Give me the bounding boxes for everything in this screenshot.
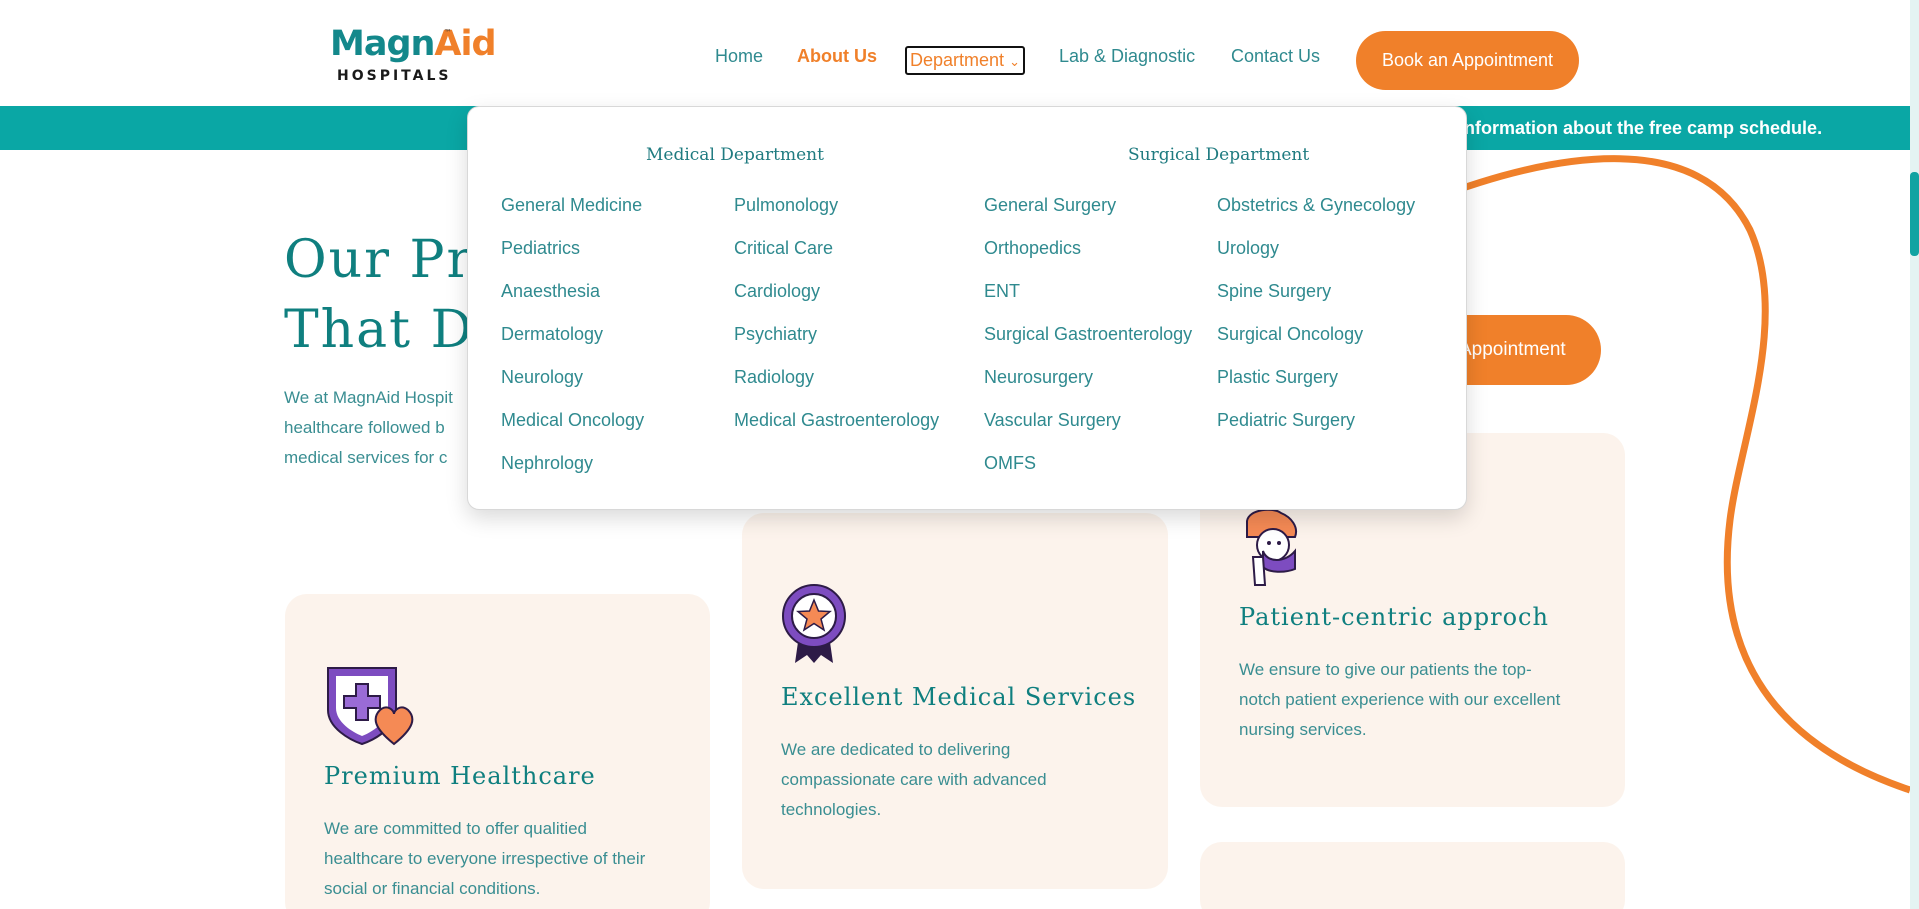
medical-department-heading: Medical Department bbox=[646, 145, 824, 165]
dropdown-item[interactable]: Pulmonology bbox=[734, 195, 838, 216]
dropdown-item[interactable]: Surgical Oncology bbox=[1217, 324, 1363, 345]
dropdown-item[interactable]: Orthopedics bbox=[984, 238, 1081, 259]
dropdown-item[interactable]: ENT bbox=[984, 281, 1020, 302]
dropdown-item[interactable]: General Surgery bbox=[984, 195, 1116, 216]
feature-card-partial bbox=[1200, 842, 1625, 909]
dropdown-item[interactable]: Spine Surgery bbox=[1217, 281, 1331, 302]
site-header: MagnAid ™ HOSPITALS Home About Us Depart… bbox=[0, 0, 1919, 106]
award-badge-icon bbox=[782, 584, 846, 663]
dropdown-item[interactable]: OMFS bbox=[984, 453, 1036, 474]
dropdown-item[interactable]: Anaesthesia bbox=[501, 281, 600, 302]
card-title: Patient-centric approch bbox=[1239, 603, 1549, 631]
surgical-department-heading: Surgical Department bbox=[1128, 145, 1310, 165]
card-text: We are committed to offer qualitied heal… bbox=[324, 819, 646, 898]
dropdown-item[interactable]: Medical Gastroenterology bbox=[734, 410, 939, 431]
page-scrollbar[interactable] bbox=[1910, 0, 1919, 909]
feature-card-excellent: Excellent Medical Services We are dedica… bbox=[742, 513, 1168, 889]
hero-paragraph-line1: We at MagnAid Hospit bbox=[284, 388, 453, 407]
brand-logo[interactable]: MagnAid ™ HOSPITALS bbox=[330, 22, 497, 86]
card-text: We are dedicated to delivering compassio… bbox=[781, 740, 1047, 819]
dropdown-item[interactable]: Medical Oncology bbox=[501, 410, 644, 431]
dropdown-item[interactable]: Pediatric Surgery bbox=[1217, 410, 1355, 431]
nav-home[interactable]: Home bbox=[715, 46, 763, 67]
dropdown-item[interactable]: Nephrology bbox=[501, 453, 593, 474]
card-title: Excellent Medical Services bbox=[781, 683, 1137, 711]
hero-paragraph-line3: medical services for c bbox=[284, 448, 448, 467]
department-dropdown-menu: Medical Department Surgical Department G… bbox=[467, 106, 1467, 510]
dropdown-item[interactable]: Surgical Gastroenterology bbox=[984, 324, 1192, 345]
hero-title-line1: Our Pri bbox=[284, 230, 492, 290]
dropdown-item[interactable]: Neurosurgery bbox=[984, 367, 1093, 388]
nav-department-label: Department bbox=[910, 50, 1005, 70]
chevron-down-icon: ⌄ bbox=[1009, 54, 1020, 69]
banner-text: r information about the free camp schedu… bbox=[1447, 118, 1823, 138]
dropdown-item[interactable]: Plastic Surgery bbox=[1217, 367, 1338, 388]
book-appointment-button[interactable]: Book an Appointment bbox=[1356, 31, 1579, 90]
nav-department[interactable]: Department ⌄ bbox=[905, 46, 1025, 75]
dropdown-item[interactable]: General Medicine bbox=[501, 195, 642, 216]
feature-card-premium: Premium Healthcare We are committed to o… bbox=[285, 594, 710, 909]
logo-wordmark: MagnAid bbox=[330, 24, 497, 64]
dropdown-item[interactable]: Radiology bbox=[734, 367, 814, 388]
dropdown-item[interactable]: Pediatrics bbox=[501, 238, 580, 259]
nurse-icon bbox=[1246, 508, 1297, 586]
logo-subtitle: HOSPITALS bbox=[337, 68, 452, 84]
dropdown-item[interactable]: Psychiatry bbox=[734, 324, 817, 345]
dropdown-item[interactable]: Neurology bbox=[501, 367, 583, 388]
logo-trademark: ™ bbox=[444, 28, 452, 37]
card-text: We ensure to give our patients the top-n… bbox=[1239, 660, 1561, 739]
nav-lab-diagnostic[interactable]: Lab & Diagnostic bbox=[1059, 46, 1195, 67]
dropdown-item[interactable]: Dermatology bbox=[501, 324, 603, 345]
dropdown-item[interactable]: Obstetrics & Gynecology bbox=[1217, 195, 1415, 216]
scrollbar-thumb[interactable] bbox=[1910, 172, 1919, 256]
dropdown-item[interactable]: Cardiology bbox=[734, 281, 820, 302]
nav-about-us[interactable]: About Us bbox=[797, 46, 877, 67]
shield-heart-icon bbox=[327, 667, 414, 746]
dropdown-item[interactable]: Urology bbox=[1217, 238, 1279, 259]
dropdown-item[interactable]: Vascular Surgery bbox=[984, 410, 1121, 431]
nav-contact-us[interactable]: Contact Us bbox=[1231, 46, 1320, 67]
card-title: Premium Healthcare bbox=[324, 762, 596, 790]
dropdown-item[interactable]: Critical Care bbox=[734, 238, 833, 259]
hero-paragraph-line2: healthcare followed b bbox=[284, 418, 445, 437]
